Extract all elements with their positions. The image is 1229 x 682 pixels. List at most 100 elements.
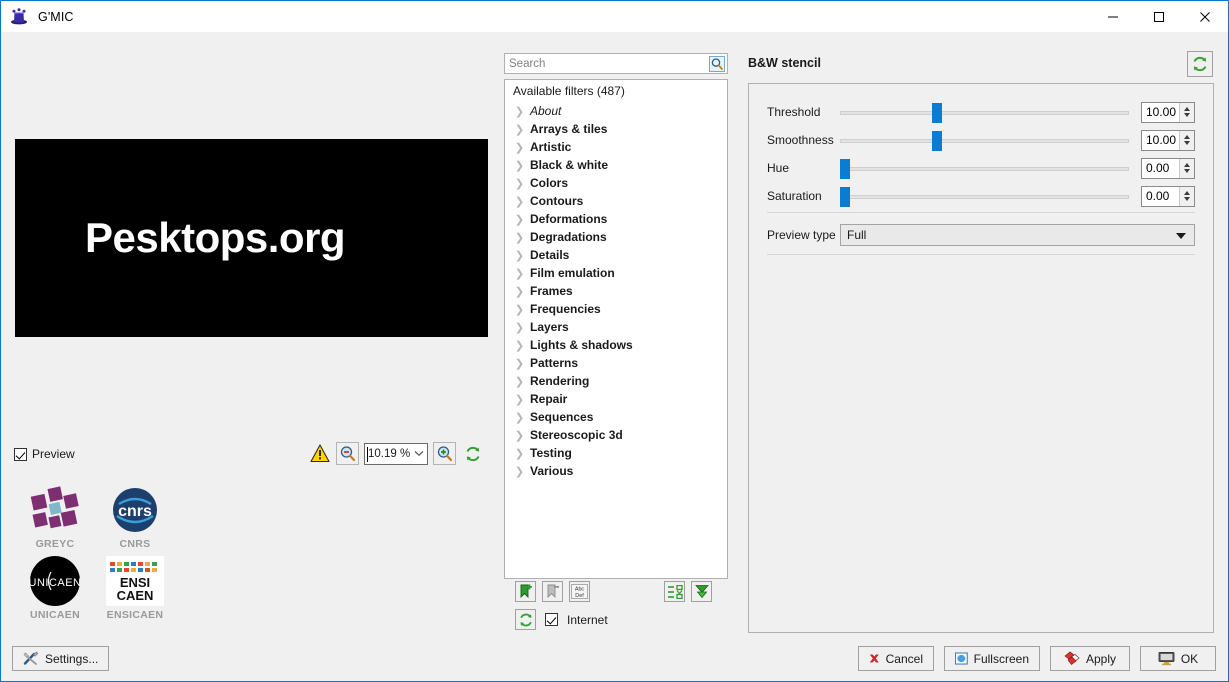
chevron-right-icon[interactable]: ❯ [513, 231, 526, 244]
filter-category-item[interactable]: ❯ Black & white [505, 156, 727, 174]
chevron-right-icon[interactable]: ❯ [513, 141, 526, 154]
spinbox-down-icon[interactable] [1184, 113, 1190, 117]
slider-track[interactable] [840, 139, 1129, 143]
filter-category-item[interactable]: ❯ Deformations [505, 210, 727, 228]
filter-category-item[interactable]: ❯ Layers [505, 318, 727, 336]
rename-filter-button[interactable]: Abc Def [569, 581, 590, 602]
chevron-right-icon[interactable]: ❯ [513, 285, 526, 298]
slider-handle[interactable] [932, 103, 943, 123]
parameter-spinbox[interactable]: 0.00 [1141, 157, 1195, 179]
filter-category-item[interactable]: ❯ Patterns [505, 354, 727, 372]
warning-button[interactable] [308, 442, 331, 465]
parameter-slider[interactable] [840, 156, 1129, 180]
parameter-slider[interactable] [840, 184, 1129, 208]
slider-handle[interactable] [840, 159, 850, 179]
spinbox-buttons[interactable] [1179, 102, 1194, 122]
chevron-right-icon[interactable]: ❯ [513, 177, 526, 190]
spinbox-down-icon[interactable] [1184, 169, 1190, 173]
filter-category-item[interactable]: ❯ Testing [505, 444, 727, 462]
spinbox-value[interactable]: 10.00 [1142, 105, 1179, 119]
parameter-spinbox[interactable]: 10.00 [1141, 129, 1195, 151]
filter-category-item[interactable]: ❯ Lights & shadows [505, 336, 727, 354]
slider-handle[interactable] [840, 187, 850, 207]
search-icon[interactable] [709, 55, 725, 72]
zoom-level-combo[interactable]: 10.19 % [364, 442, 428, 465]
slider-track[interactable] [840, 111, 1129, 115]
preview-checkbox[interactable] [14, 447, 27, 461]
parameters-refresh-button[interactable] [1187, 51, 1213, 77]
filter-category-item[interactable]: ❯ Repair [505, 390, 727, 408]
chevron-right-icon[interactable]: ❯ [513, 429, 526, 442]
maximize-button[interactable] [1136, 1, 1182, 32]
parameter-spinbox[interactable]: 0.00 [1141, 185, 1195, 207]
zoom-in-button[interactable] [433, 442, 456, 465]
chevron-right-icon[interactable]: ❯ [513, 339, 526, 352]
filter-category-item[interactable]: ❯ Degradations [505, 228, 727, 246]
filter-category-item[interactable]: ❯ Rendering [505, 372, 727, 390]
add-favorite-button[interactable] [515, 581, 536, 602]
spinbox-up-icon[interactable] [1184, 135, 1190, 139]
filter-category-item[interactable]: ❯ Frequencies [505, 300, 727, 318]
spinbox-buttons[interactable] [1179, 130, 1194, 150]
chevron-right-icon[interactable]: ❯ [513, 465, 526, 478]
chevron-right-icon[interactable]: ❯ [513, 195, 526, 208]
filter-category-item[interactable]: ❯ Sequences [505, 408, 727, 426]
chevron-right-icon[interactable]: ❯ [513, 123, 526, 136]
spinbox-value[interactable]: 10.00 [1142, 133, 1179, 147]
chevron-right-icon[interactable]: ❯ [513, 213, 526, 226]
filter-category-item[interactable]: ❯ Details [505, 246, 727, 264]
spinbox-up-icon[interactable] [1184, 107, 1190, 111]
close-button[interactable] [1182, 1, 1228, 32]
search-input[interactable] [509, 57, 709, 70]
preview-checkbox-row[interactable]: Preview [14, 447, 75, 461]
filter-category-item[interactable]: ❯ Artistic [505, 138, 727, 156]
chevron-right-icon[interactable]: ❯ [513, 375, 526, 388]
chevron-right-icon[interactable]: ❯ [513, 249, 526, 262]
spinbox-buttons[interactable] [1179, 158, 1194, 178]
chevron-right-icon[interactable]: ❯ [513, 321, 526, 334]
preview-type-select[interactable]: Full [840, 224, 1195, 246]
download-filters-button[interactable] [691, 581, 712, 602]
parameter-slider[interactable] [840, 100, 1129, 124]
fullscreen-button[interactable]: Fullscreen [944, 646, 1040, 671]
slider-track[interactable] [840, 195, 1129, 199]
update-filters-button[interactable] [515, 609, 536, 630]
filter-category-item[interactable]: ❯ Film emulation [505, 264, 727, 282]
filter-category-item[interactable]: ❯ About [505, 102, 727, 120]
filter-category-item[interactable]: ❯ Arrays & tiles [505, 120, 727, 138]
spinbox-up-icon[interactable] [1184, 191, 1190, 195]
spinbox-buttons[interactable] [1179, 186, 1194, 206]
apply-button[interactable]: Apply [1050, 646, 1130, 671]
spinbox-value[interactable]: 0.00 [1142, 161, 1179, 175]
cancel-button[interactable]: Cancel [858, 646, 934, 671]
filter-category-item[interactable]: ❯ Colors [505, 174, 727, 192]
internet-checkbox[interactable] [545, 613, 558, 626]
chevron-right-icon[interactable]: ❯ [513, 357, 526, 370]
spinbox-down-icon[interactable] [1184, 141, 1190, 145]
parameter-slider[interactable] [840, 128, 1129, 152]
spinbox-up-icon[interactable] [1184, 163, 1190, 167]
ok-button[interactable]: OK [1140, 646, 1216, 671]
zoom-out-button[interactable] [336, 442, 359, 465]
preview-image[interactable]: Pesktops.org [15, 139, 488, 337]
filter-category-item[interactable]: ❯ Contours [505, 192, 727, 210]
expand-collapse-button[interactable] [664, 581, 685, 602]
slider-handle[interactable] [932, 131, 943, 151]
chevron-right-icon[interactable]: ❯ [513, 159, 526, 172]
preview-refresh-button[interactable] [461, 442, 484, 465]
filters-list[interactable]: Available filters (487) ❯ About ❯ Arrays & … [504, 79, 728, 579]
search-box[interactable] [504, 53, 728, 74]
remove-favorite-button[interactable] [542, 581, 563, 602]
filter-category-item[interactable]: ❯ Various [505, 462, 727, 480]
spinbox-down-icon[interactable] [1184, 197, 1190, 201]
filter-category-item[interactable]: ❯ Stereoscopic 3d [505, 426, 727, 444]
chevron-right-icon[interactable]: ❯ [513, 393, 526, 406]
spinbox-value[interactable]: 0.00 [1142, 189, 1179, 203]
slider-track[interactable] [840, 167, 1129, 171]
chevron-right-icon[interactable]: ❯ [513, 105, 526, 118]
chevron-right-icon[interactable]: ❯ [513, 411, 526, 424]
chevron-right-icon[interactable]: ❯ [513, 267, 526, 280]
chevron-right-icon[interactable]: ❯ [513, 447, 526, 460]
chevron-right-icon[interactable]: ❯ [513, 303, 526, 316]
settings-button[interactable]: Settings... [12, 646, 110, 671]
